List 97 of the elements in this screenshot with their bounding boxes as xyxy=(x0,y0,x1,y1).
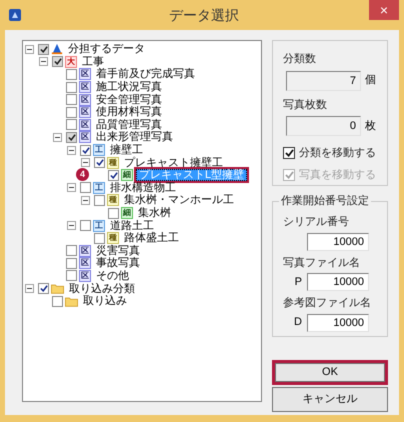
category-icon: 大 xyxy=(65,56,77,68)
category-icon: 区 xyxy=(79,94,91,106)
unit-label: 枚 xyxy=(365,118,377,134)
checkbox[interactable] xyxy=(66,119,77,130)
unit-label: 個 xyxy=(365,73,377,88)
field-label: シリアル番号 xyxy=(283,214,350,230)
category-icon: 区 xyxy=(79,131,91,144)
tree-item[interactable]: 使用材料写真 xyxy=(94,106,164,118)
collapse-icon[interactable] xyxy=(81,158,90,168)
tree-item[interactable]: 取り込み xyxy=(81,295,129,308)
checkbox[interactable] xyxy=(66,106,77,118)
category-icon: 種 xyxy=(107,194,119,206)
field-label: 参考図ファイル名 xyxy=(283,296,372,311)
checkbox[interactable] xyxy=(66,68,77,80)
tree-item[interactable]: 着手前及び完成写真 xyxy=(94,68,197,80)
prefix-label: D xyxy=(294,315,302,330)
dialog-button[interactable]: OK xyxy=(272,360,388,385)
option-label: 分類を移動する xyxy=(299,146,376,161)
category-icon: 区 xyxy=(79,270,91,282)
category-icon: 区 xyxy=(79,257,91,270)
collapse-icon[interactable] xyxy=(67,146,76,155)
category-icon: 細 xyxy=(121,207,133,220)
tree-item[interactable]: 分担するデータ xyxy=(66,43,147,56)
readonly-field: 7 xyxy=(286,70,361,90)
window-title: データ選択 xyxy=(169,6,239,24)
check-icon xyxy=(284,149,294,158)
category-icon: 区 xyxy=(79,244,91,257)
checkbox[interactable] xyxy=(66,270,77,282)
tree-item[interactable]: 出来形管理写真 xyxy=(94,131,175,144)
tree-item[interactable]: 取り込み分類 xyxy=(67,282,137,295)
cone-icon xyxy=(51,43,63,56)
category-icon: 種 xyxy=(107,156,119,169)
tree-item[interactable]: 安全管理写真 xyxy=(94,94,164,106)
collapse-icon[interactable] xyxy=(67,221,76,230)
checkbox[interactable] xyxy=(52,56,63,68)
category-icon: 区 xyxy=(79,81,91,94)
tree-item[interactable]: 路体盛土工 xyxy=(122,232,181,244)
checkbox[interactable] xyxy=(283,147,295,160)
checkbox[interactable] xyxy=(66,258,77,269)
check-icon xyxy=(284,170,294,179)
folder-icon xyxy=(65,296,78,307)
category-icon: 区 xyxy=(79,118,91,131)
tree-item[interactable]: 事故写真 xyxy=(94,257,142,270)
app-icon xyxy=(8,8,22,22)
tree-item[interactable]: 排水構造物工 xyxy=(108,182,178,194)
checkbox[interactable] xyxy=(66,132,77,143)
folder-icon xyxy=(51,283,64,294)
category-icon: 区 xyxy=(79,106,91,118)
prefix-label: P xyxy=(294,274,302,290)
checkbox[interactable] xyxy=(108,208,119,219)
tree-item[interactable]: 品質管理写真 xyxy=(94,118,164,131)
input-field[interactable]: 10000 xyxy=(307,314,369,332)
collapse-icon[interactable] xyxy=(67,183,76,192)
checkbox[interactable] xyxy=(52,296,63,307)
field-label: 写真枚数 xyxy=(283,98,328,112)
checkbox[interactable] xyxy=(80,220,91,232)
tree-item[interactable]: プレキャスト擁壁工 xyxy=(122,156,225,169)
collapse-icon[interactable] xyxy=(53,132,62,142)
checkbox[interactable] xyxy=(66,82,77,93)
check-icon xyxy=(40,285,48,292)
field-label: 分類数 xyxy=(283,52,317,67)
checkbox[interactable] xyxy=(80,182,91,194)
checkbox[interactable] xyxy=(66,94,77,106)
callout-badge: 4 xyxy=(76,168,89,182)
checkbox[interactable] xyxy=(94,157,105,168)
tree-item[interactable]: 災害写真 xyxy=(94,244,142,257)
category-icon: 細 xyxy=(121,169,133,182)
tree-item[interactable]: 工事 xyxy=(80,56,106,68)
tree-item[interactable]: 擁壁工 xyxy=(108,144,145,156)
checkbox[interactable] xyxy=(94,194,105,206)
collapse-icon[interactable] xyxy=(25,284,34,294)
checkbox[interactable] xyxy=(108,170,119,181)
field-label: 写真ファイル名 xyxy=(283,256,361,270)
tree-item[interactable]: 施工状況写真 xyxy=(94,81,164,94)
tree-item[interactable]: その他 xyxy=(94,270,131,282)
dialog-button[interactable]: キャンセル xyxy=(272,387,388,412)
category-icon: 工 xyxy=(93,144,105,156)
checkbox[interactable] xyxy=(80,144,91,156)
checkbox[interactable] xyxy=(38,283,49,294)
tree-item[interactable]: 集水桝 xyxy=(136,207,173,220)
input-field[interactable]: 10000 xyxy=(307,273,369,291)
category-icon: 区 xyxy=(79,68,91,80)
tree-item[interactable]: 集水桝・マンホール工 xyxy=(122,194,236,206)
collapse-icon[interactable] xyxy=(81,196,90,205)
option-label: 写真を移動する xyxy=(299,168,376,182)
collapse-icon[interactable] xyxy=(25,44,34,54)
checkbox[interactable] xyxy=(94,232,105,244)
input-field[interactable]: 10000 xyxy=(307,232,369,250)
close-button[interactable]: × xyxy=(369,0,399,20)
category-icon: 種 xyxy=(107,232,119,244)
category-icon: 工 xyxy=(93,220,105,232)
checkbox[interactable] xyxy=(66,245,77,256)
readonly-field: 0 xyxy=(286,116,361,136)
category-icon: 工 xyxy=(93,182,105,194)
collapse-icon[interactable] xyxy=(39,57,48,66)
tree-item[interactable]: 道路土工 xyxy=(108,220,156,232)
checkbox[interactable] xyxy=(38,44,49,55)
